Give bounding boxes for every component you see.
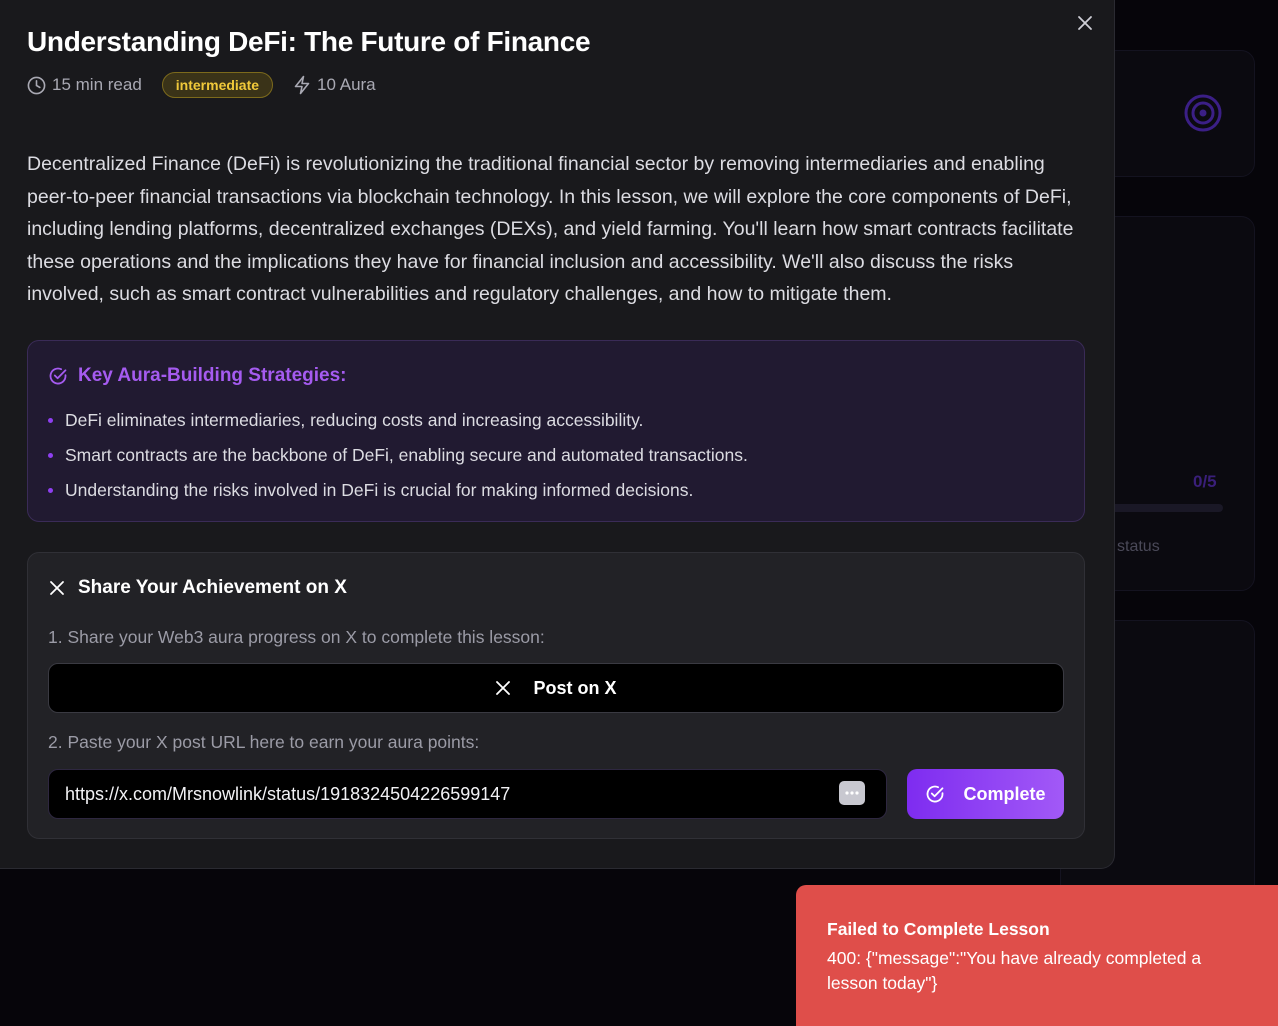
status-text: status (1117, 538, 1160, 555)
complete-label: Complete (963, 783, 1046, 804)
read-time-label: 15 min read (52, 75, 142, 94)
bullet-dot (48, 488, 53, 493)
lesson-modal: Understanding DeFi: The Future of Financ… (0, 0, 1115, 869)
list-item: Smart contracts are the backbone of DeFi… (48, 438, 748, 473)
list-item-text: Smart contracts are the backbone of DeFi… (65, 445, 748, 465)
aura-reward: 10 Aura (293, 75, 376, 95)
target-icon (1184, 94, 1222, 132)
post-url-input[interactable] (48, 769, 887, 819)
check-circle-icon (927, 785, 944, 803)
share-panel: Share Your Achievement on X 1. Share you… (27, 552, 1085, 839)
share-header: Share Your Achievement on X (48, 577, 347, 599)
progress-count: 0/5 (1193, 472, 1217, 491)
x-logo-icon (496, 681, 511, 695)
close-button[interactable] (1074, 12, 1096, 34)
toast-title: Failed to Complete Lesson (827, 919, 1050, 939)
close-icon (1078, 16, 1092, 30)
share-step-1: 1. Share your Web3 aura progress on X to… (48, 627, 545, 647)
list-item: DeFi eliminates intermediaries, reducing… (48, 403, 748, 438)
list-item: Understanding the risks involved in DeFi… (48, 473, 748, 508)
share-title: Share Your Achievement on X (78, 577, 347, 598)
lesson-description: Decentralized Finance (DeFi) is revoluti… (27, 153, 1074, 305)
ellipsis-icon (845, 791, 859, 795)
bullet-dot (48, 453, 53, 458)
aura-reward-label: 10 Aura (317, 75, 376, 94)
lesson-title: Understanding DeFi: The Future of Financ… (27, 26, 591, 57)
toast-message: 400: {"message":"You have already comple… (827, 948, 1202, 993)
list-item-text: Understanding the risks involved in DeFi… (65, 480, 694, 500)
strategies-title: Key Aura-Building Strategies: (78, 365, 347, 386)
post-on-x-button[interactable]: Post on X (48, 663, 1064, 713)
x-logo-icon (50, 581, 64, 595)
lesson-meta: 15 min read intermediate 10 Aura (27, 71, 376, 99)
complete-button[interactable]: Complete (907, 769, 1064, 819)
level-badge: intermediate (161, 72, 274, 98)
share-step-2: 2. Paste your X post URL here to earn yo… (48, 732, 480, 752)
lightning-icon (294, 75, 310, 95)
bullet-dot (48, 418, 53, 423)
error-toast[interactable]: Failed to Complete Lesson 400: {"message… (796, 885, 1278, 1026)
read-time: 15 min read (27, 75, 142, 95)
post-on-x-label: Post on X (533, 677, 617, 698)
password-manager-icon[interactable] (839, 781, 865, 805)
strategies-header: Key Aura-Building Strategies: (48, 365, 347, 387)
check-circle-icon (49, 367, 67, 385)
progress-track (1100, 504, 1223, 512)
strategies-panel: Key Aura-Building Strategies: DeFi elimi… (27, 340, 1085, 522)
strategies-list: DeFi eliminates intermediaries, reducing… (48, 403, 748, 508)
list-item-text: DeFi eliminates intermediaries, reducing… (65, 410, 644, 430)
clock-icon (27, 76, 46, 94)
